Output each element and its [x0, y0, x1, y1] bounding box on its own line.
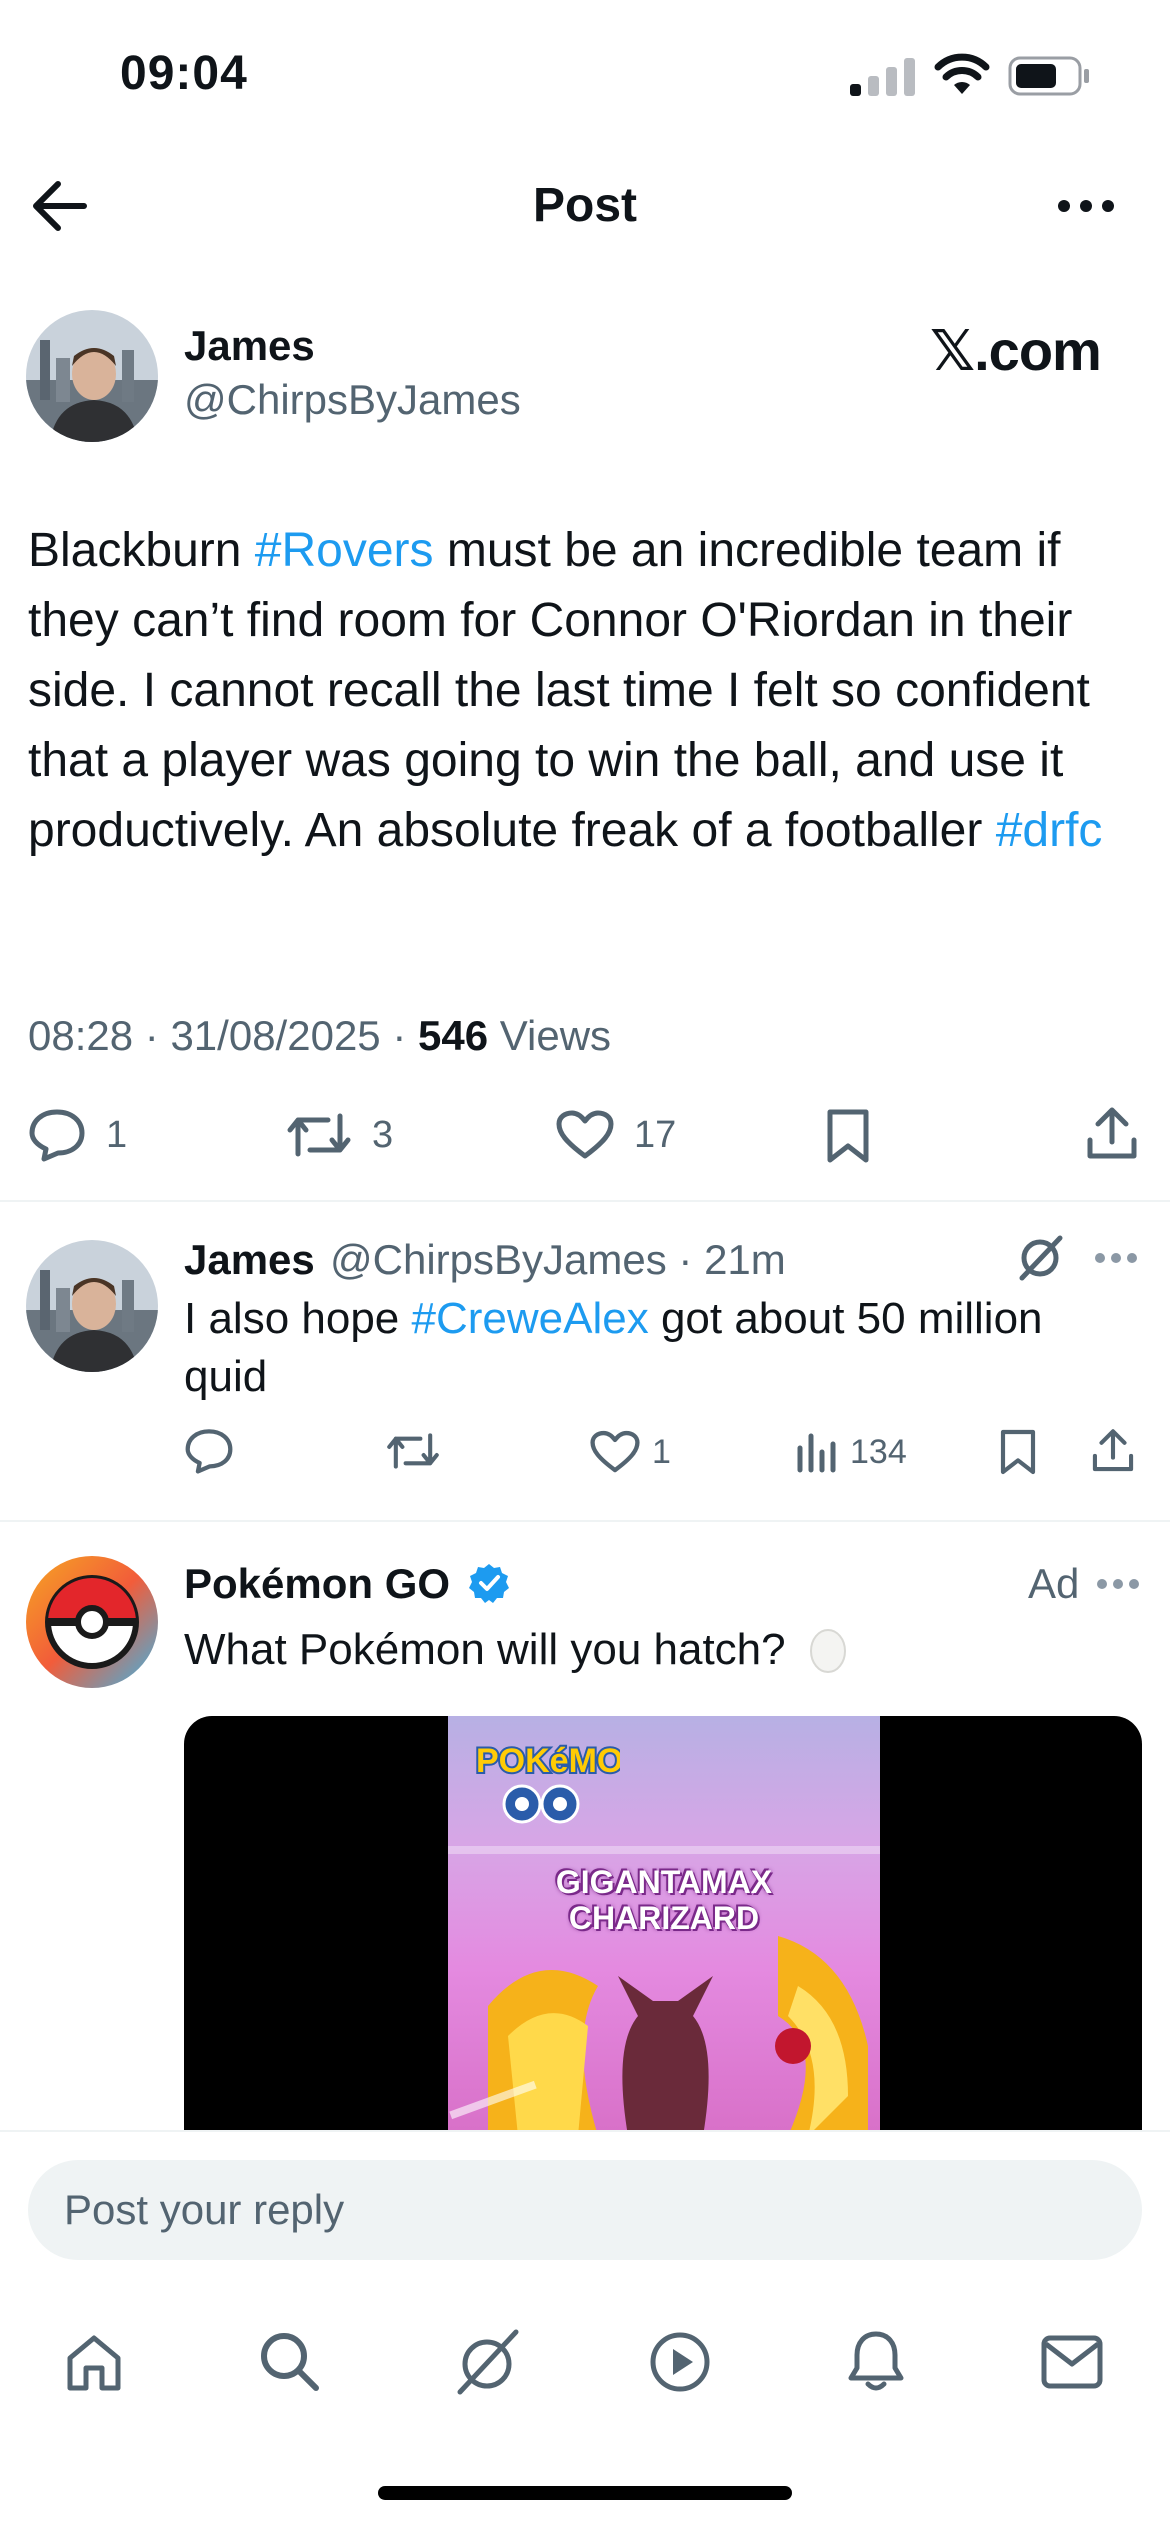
repost-count: 3 [372, 1113, 394, 1156]
divider [0, 1200, 1170, 1202]
meta-separator: · [144, 1012, 159, 1059]
advertiser-name[interactable]: Pokémon GO [184, 1560, 510, 1608]
video-icon [650, 2332, 710, 2392]
views-count: 546 [418, 1012, 489, 1059]
reply-text: I also hope #CreweAlex got about 50 mill… [184, 1290, 1114, 1406]
page-title: Post [532, 179, 637, 232]
pokemon-go-logo: POKéMON [470, 1732, 620, 1832]
verified-badge-icon [468, 1564, 509, 1603]
like-button[interactable]: 17 [556, 1110, 676, 1160]
like-icon [590, 1430, 640, 1473]
post-text: Blackburn #Rovers must be an incredible … [28, 516, 1148, 866]
author-avatar[interactable] [26, 310, 158, 442]
hashtag-link[interactable]: #Rovers [255, 524, 434, 577]
reply-share-button[interactable] [1090, 1428, 1136, 1474]
ad-more-button[interactable] [1096, 1578, 1140, 1590]
status-time: 09:04 [120, 47, 248, 100]
reply-bookmark-button[interactable] [998, 1428, 1038, 1476]
signal-icon [850, 56, 916, 96]
reply-count: 1 [106, 1113, 128, 1156]
ad-label: Ad [1028, 1560, 1080, 1607]
reply-author-handle[interactable]: @ChirpsByJames [330, 1236, 667, 1283]
reply-input[interactable] [28, 2160, 1142, 2260]
wifi-icon [934, 52, 990, 96]
egg-icon [809, 1629, 846, 1673]
post-time: 08:28 [28, 1012, 134, 1059]
like-icon [556, 1110, 614, 1159]
advertiser-name-text: Pokémon GO [184, 1560, 451, 1607]
tab-search[interactable] [256, 2328, 322, 2394]
tab-home[interactable] [62, 2330, 126, 2394]
advertiser-avatar[interactable] [26, 1556, 158, 1688]
repost-icon [387, 1433, 439, 1469]
share-button[interactable] [1084, 1106, 1140, 1162]
reply-button[interactable]: 1 [28, 1108, 127, 1162]
messages-icon [1041, 2335, 1103, 2389]
post-text-part: Blackburn [28, 524, 255, 577]
author-name[interactable]: James [184, 322, 315, 370]
svg-text:POKéMON: POKéMON [476, 1742, 620, 1780]
like-count: 17 [634, 1113, 677, 1156]
reply-more-button[interactable] [1094, 1252, 1138, 1264]
reply-views-button[interactable]: 134 [796, 1430, 907, 1474]
share-icon [1092, 1429, 1134, 1472]
repost-button[interactable]: 3 [286, 1110, 393, 1160]
reply-icon [29, 1109, 85, 1162]
meta-separator: · [678, 1236, 693, 1283]
bookmark-icon [1000, 1429, 1036, 1475]
more-icon [1097, 1579, 1139, 1589]
author-handle[interactable]: @ChirpsByJames [184, 376, 521, 424]
reply-author-name[interactable]: James [184, 1236, 315, 1284]
reply-icon [185, 1429, 233, 1474]
grok-icon [457, 2329, 519, 2395]
grok-icon [1019, 1235, 1063, 1281]
notifications-icon [848, 2331, 904, 2391]
source-label: 𝕏.com [930, 319, 1102, 382]
search-icon [261, 2333, 319, 2391]
views-count: 134 [850, 1432, 907, 1471]
share-icon [1087, 1107, 1137, 1159]
video-caption: GIGANTAMAX CHARIZARD [555, 1864, 773, 1936]
meta-separator: · [392, 1012, 407, 1059]
like-count: 1 [652, 1432, 671, 1471]
reply-author-meta: @ChirpsByJames · 21m [330, 1236, 786, 1284]
tab-grok[interactable] [452, 2326, 522, 2396]
divider [0, 1520, 1170, 1522]
grok-button[interactable] [1016, 1234, 1064, 1282]
hashtag-link[interactable]: #CreweAlex [412, 1294, 649, 1343]
more-icon [1095, 1253, 1137, 1263]
tab-messages[interactable] [1040, 2334, 1104, 2390]
home-icon [67, 2335, 121, 2391]
reply-text-part: I also hope [184, 1294, 412, 1343]
reply-author-avatar[interactable] [26, 1240, 158, 1372]
bookmark-button[interactable] [824, 1108, 872, 1164]
tab-notifications[interactable] [844, 2328, 908, 2394]
reply-reply-button[interactable] [184, 1428, 254, 1474]
bookmark-icon [827, 1109, 869, 1163]
views-label[interactable]: Views [500, 1012, 611, 1059]
views-icon [797, 1433, 836, 1473]
ad-text-content: What Pokémon will you hatch? [184, 1625, 786, 1674]
more-icon [1058, 200, 1114, 212]
reply-like-button[interactable]: 1 [590, 1430, 671, 1474]
battery-icon [1008, 56, 1092, 96]
tab-video[interactable] [648, 2330, 712, 2394]
ad-video-player[interactable]: POKéMON GIGANTAMAX CHARIZARD [184, 1716, 1142, 2136]
post-date: 31/08/2025 [170, 1012, 381, 1059]
hashtag-link[interactable]: #drfc [996, 804, 1103, 857]
repost-icon [287, 1113, 351, 1157]
more-options-button[interactable] [1056, 198, 1116, 214]
home-indicator[interactable] [378, 2486, 792, 2500]
ad-text: What Pokémon will you hatch? [184, 1624, 848, 1675]
reply-age: 21m [704, 1236, 786, 1283]
ad-video-frame: POKéMON GIGANTAMAX CHARIZARD [448, 1716, 880, 2136]
reply-composer-bar [0, 2130, 1170, 2532]
reply-repost-button[interactable] [386, 1430, 460, 1472]
post-meta: 08:28 · 31/08/2025 · 546 Views [28, 1012, 611, 1060]
